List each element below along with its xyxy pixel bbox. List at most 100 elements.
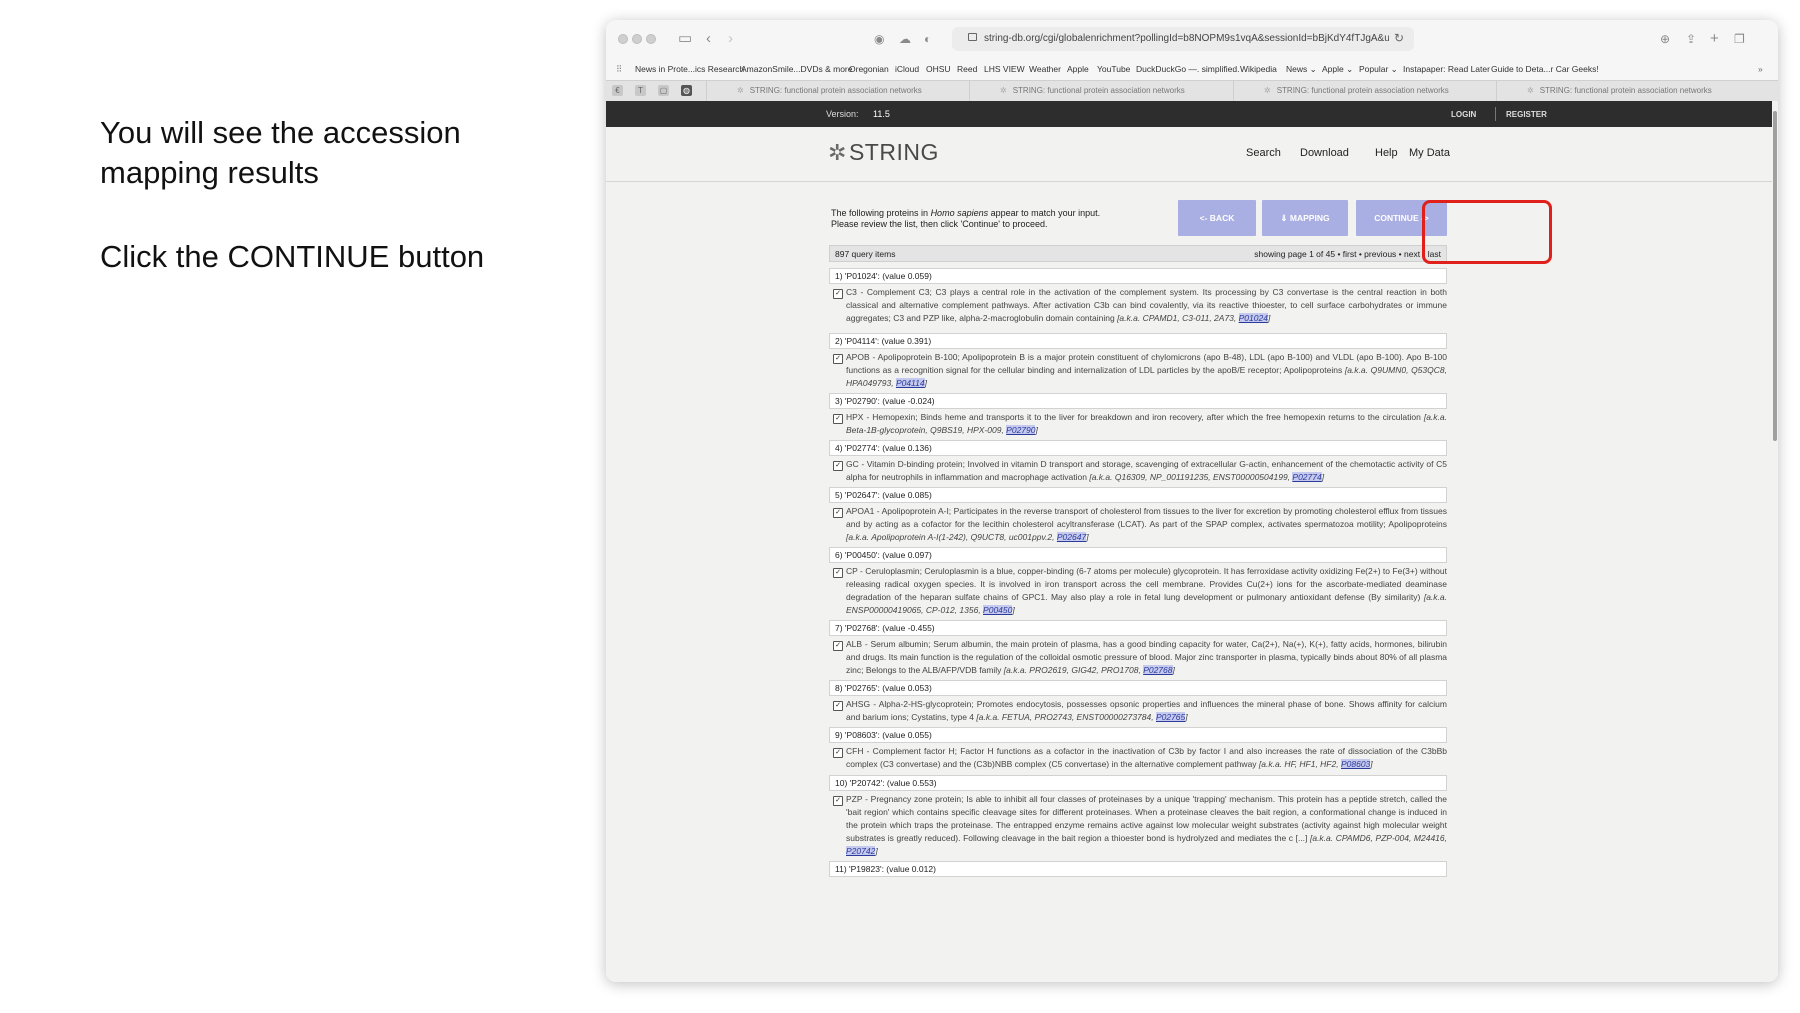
accession-link[interactable]: P02774: [1292, 472, 1322, 482]
zoom-window-button[interactable]: [646, 34, 656, 44]
accession-link[interactable]: P02647: [1056, 532, 1087, 542]
new-tab-icon[interactable]: +: [1710, 29, 1719, 49]
aka-close: ]: [1370, 759, 1373, 769]
bookmark-item[interactable]: OHSU: [926, 64, 951, 74]
sidebar-icon[interactable]: ▭: [678, 29, 692, 49]
extension-icon[interactable]: ◉: [874, 29, 884, 49]
query-header: 3) 'P02790': (value -0.024): [829, 393, 1447, 409]
bookmark-item[interactable]: Oregonian: [849, 64, 889, 74]
bookmark-item[interactable]: DuckDuckGo —. simplified.: [1136, 64, 1239, 74]
address-bar[interactable]: string-db.org/cgi/globalenrichment?polli…: [952, 27, 1414, 51]
bookmark-item[interactable]: AmazonSmile...DVDs & more: [741, 64, 852, 74]
pinned-tab-icon[interactable]: ▢: [658, 85, 669, 96]
forward-icon[interactable]: ›: [728, 29, 733, 49]
nav-help[interactable]: Help: [1375, 147, 1398, 159]
instruction-mapping-results: You will see the accession mapping resul…: [100, 115, 461, 190]
grid-icon[interactable]: ⠿: [616, 64, 622, 75]
bookmark-item[interactable]: Instapaper: Read Later: [1403, 64, 1490, 74]
bookmark-item[interactable]: Guide to Deta...r Car Geeks!: [1491, 64, 1599, 74]
bookmark-item[interactable]: Wikipedia: [1240, 64, 1277, 74]
bookmark-item[interactable]: YouTube: [1097, 64, 1130, 74]
browser-tab[interactable]: ✲ STRING: functional protein association …: [969, 81, 1233, 101]
reload-icon[interactable]: ↻: [1394, 31, 1404, 45]
accession-link[interactable]: P02768: [1143, 665, 1173, 675]
protein-description: ✓ ALB - Serum albumin; Serum albumin, the…: [829, 638, 1447, 677]
list-item: 6) 'P00450': (value 0.097) ✓ CP - Cerulopl…: [829, 547, 1447, 617]
register-link[interactable]: REGISTER: [1506, 110, 1547, 119]
accession-link[interactable]: P02790: [1006, 425, 1036, 435]
bookmark-item[interactable]: iCloud: [895, 64, 919, 74]
browser-tab[interactable]: ✲ STRING: functional protein association …: [1496, 81, 1778, 101]
nav-download[interactable]: Download: [1300, 147, 1349, 159]
accession-link[interactable]: P02765: [1155, 712, 1186, 722]
bookmark-item[interactable]: News in Prote...ics Research: [635, 64, 744, 74]
protein-checkbox[interactable]: ✓: [833, 354, 843, 364]
aka-close: ]: [1012, 605, 1015, 615]
aka-close: ]: [1267, 313, 1271, 323]
string-logo[interactable]: ✲STRING: [828, 139, 939, 166]
protein-checkbox[interactable]: ✓: [833, 568, 843, 578]
protein-description: ✓ PZP - Pregnancy zone protein; Is able t…: [829, 793, 1447, 858]
scrollbar-thumb[interactable]: [1773, 111, 1777, 441]
aka-text: [a.k.a. PRO2619, GIG42, PRO1708,: [1003, 665, 1144, 675]
protein-checkbox[interactable]: ✓: [833, 701, 843, 711]
ghost-icon[interactable]: ☁: [899, 29, 911, 49]
protein-checkbox[interactable]: ✓: [833, 641, 843, 651]
bookmark-item[interactable]: Weather: [1029, 64, 1061, 74]
bookmark-item[interactable]: Popular ⌄: [1359, 64, 1398, 75]
bookmark-item[interactable]: Apple ⌄: [1322, 64, 1353, 75]
protein-description: ✓ HPX - Hemopexin; Binds heme and transpo…: [829, 411, 1447, 437]
bookmarks-bar: ⠿ News in Prote...ics Research AmazonSmi…: [606, 58, 1778, 80]
protein-checkbox[interactable]: ✓: [833, 289, 843, 299]
string-favicon-icon: ✲: [1264, 86, 1271, 95]
lock-icon: [968, 33, 977, 41]
protein-checkbox[interactable]: ✓: [833, 748, 843, 758]
protein-checkbox[interactable]: ✓: [833, 414, 843, 424]
aka-close: ]: [1185, 712, 1188, 722]
share-icon[interactable]: ⇪: [1686, 29, 1696, 49]
protein-checkbox[interactable]: ✓: [833, 796, 843, 806]
more-bookmarks-icon[interactable]: »: [1758, 64, 1763, 74]
pinned-tab-icon[interactable]: €: [612, 85, 623, 96]
query-header: 11) 'P19823': (value 0.012): [829, 861, 1447, 877]
list-item: 10) 'P20742': (value 0.553) ✓ PZP - Pregna…: [829, 775, 1447, 858]
bookmark-item[interactable]: Reed: [957, 64, 977, 74]
accession-link[interactable]: P04114: [895, 378, 925, 388]
query-header: 5) 'P02647': (value 0.085): [829, 487, 1447, 503]
list-item: 8) 'P02765': (value 0.053) ✓ AHSG - Alpha-…: [829, 680, 1447, 724]
pinned-tab-icon[interactable]: ◍: [681, 85, 692, 96]
accession-link[interactable]: P20742: [846, 846, 876, 856]
nav-my-data[interactable]: My Data: [1409, 147, 1450, 159]
match-message: The following proteins in Homo sapiens a…: [831, 208, 1101, 229]
bookmark-item[interactable]: News ⌄: [1286, 64, 1317, 75]
query-header: 7) 'P02768': (value -0.455): [829, 620, 1447, 636]
close-window-button[interactable]: [618, 34, 628, 44]
version-label: Version:: [826, 109, 859, 119]
download-icon[interactable]: ⊕: [1660, 29, 1670, 49]
browser-tab[interactable]: ✲ STRING: functional protein association …: [1233, 81, 1496, 101]
pinned-tab-icon[interactable]: T: [635, 85, 646, 96]
back-button[interactable]: <- BACK: [1178, 200, 1256, 236]
shield-icon[interactable]: ◐: [924, 29, 931, 49]
browser-tab[interactable]: ✲ STRING: functional protein association …: [706, 81, 969, 101]
back-icon[interactable]: ‹: [706, 29, 711, 49]
protein-checkbox[interactable]: ✓: [833, 508, 843, 518]
accession-link[interactable]: P00450: [983, 605, 1013, 615]
protein-description: ✓ CFH - Complement factor H; Factor H fun…: [829, 745, 1447, 771]
accession-link[interactable]: P01024: [1238, 313, 1268, 323]
minimize-window-button[interactable]: [632, 34, 642, 44]
login-link[interactable]: LOGIN: [1451, 110, 1476, 119]
accession-link[interactable]: P08603: [1340, 759, 1371, 769]
nav-search[interactable]: Search: [1246, 147, 1281, 159]
pagination[interactable]: showing page 1 of 45 • first • previous …: [1254, 249, 1441, 259]
bookmark-item[interactable]: LHS VIEW: [984, 64, 1025, 74]
aka-text: [a.k.a. Q16309, NP_001191235, ENST000005…: [1089, 472, 1293, 482]
protein-checkbox[interactable]: ✓: [833, 461, 843, 471]
page-scrollbar[interactable]: [1772, 101, 1778, 982]
aka-close: ]: [1086, 532, 1089, 542]
bookmark-item[interactable]: Apple: [1067, 64, 1089, 74]
query-header: 1) 'P01024': (value 0.059): [829, 268, 1447, 284]
tab-overview-icon[interactable]: ❐: [1734, 29, 1745, 49]
string-header: ✲STRING Search Download Help My Data: [606, 127, 1772, 182]
mapping-download-button[interactable]: ⇓ MAPPING: [1262, 200, 1348, 236]
